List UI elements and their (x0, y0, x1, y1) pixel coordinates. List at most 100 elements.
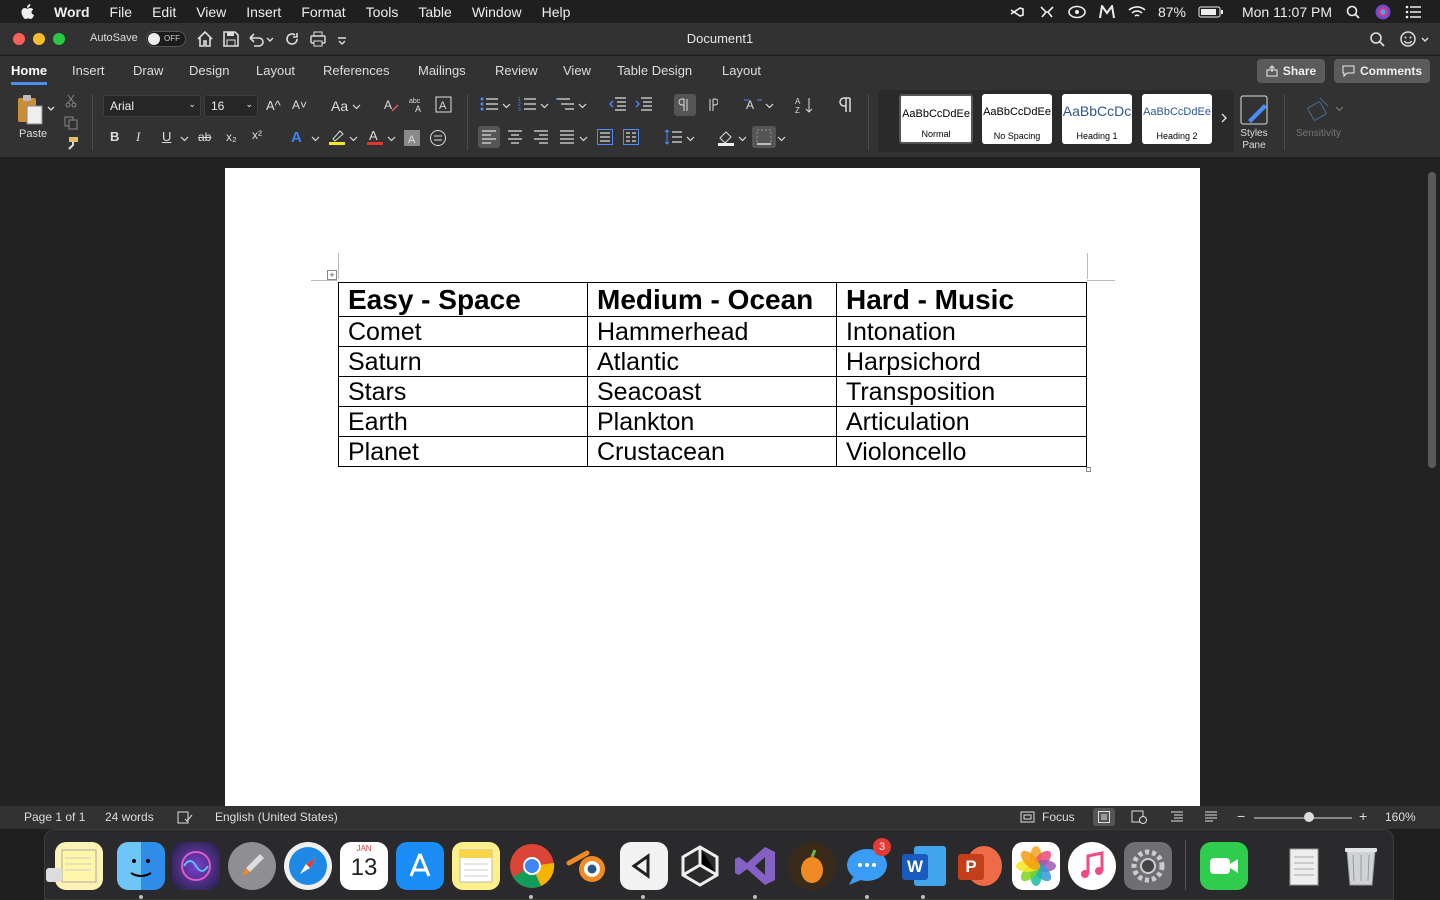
dock-unity-hub[interactable] (620, 842, 668, 890)
underline-button[interactable]: U (162, 129, 171, 144)
dock-siri[interactable] (172, 842, 220, 890)
chevron-down-icon[interactable] (502, 101, 511, 110)
dock-fl-studio[interactable] (788, 842, 836, 890)
justify-icon[interactable] (559, 130, 575, 144)
apple-icon[interactable] (20, 3, 34, 20)
table-header-cell[interactable]: Easy - Space (338, 282, 588, 317)
table-cell[interactable]: Comet (338, 316, 588, 347)
dock-finder[interactable] (117, 842, 165, 890)
paste-dropdown-icon[interactable] (46, 104, 56, 114)
zoom-slider[interactable] (1254, 817, 1352, 819)
draft-view-icon[interactable] (1204, 811, 1218, 823)
focus-icon[interactable] (1020, 811, 1035, 823)
table-cell[interactable]: Earth (338, 406, 588, 437)
spotlight-search-icon[interactable] (1344, 5, 1362, 19)
chevron-down-icon[interactable] (540, 101, 549, 110)
style-normal[interactable]: AaBbCcDdEe Normal (899, 94, 973, 144)
paste-icon[interactable] (16, 94, 44, 128)
grow-font-button[interactable]: A^ (266, 98, 281, 113)
table-cell[interactable]: Saturn (338, 346, 588, 377)
menu-format[interactable]: Format (301, 4, 345, 20)
chevron-down-icon[interactable] (579, 134, 588, 143)
align-center-icon[interactable] (507, 130, 523, 144)
table-cell[interactable]: Stars (338, 376, 588, 407)
chevron-down-icon[interactable] (311, 134, 320, 143)
print-layout-button[interactable] (1093, 808, 1115, 826)
dock-calendar[interactable]: JAN 13 (340, 842, 388, 890)
vertical-scrollbar[interactable] (1428, 172, 1436, 468)
table-cell[interactable]: Violoncello (836, 436, 1087, 467)
sort-icon[interactable]: AZ (795, 96, 815, 114)
dock-system-preferences[interactable] (1124, 842, 1172, 890)
clear-formatting-icon[interactable]: A (383, 97, 400, 113)
search-icon[interactable] (1368, 30, 1386, 48)
highlight-color-icon[interactable] (328, 128, 346, 146)
proofing-icon[interactable] (177, 811, 193, 824)
page-count[interactable]: Page 1 of 1 (24, 810, 85, 824)
enclose-characters-icon[interactable] (429, 129, 447, 147)
align-left-button[interactable] (478, 126, 500, 148)
shrink-font-button[interactable]: A˅ (292, 98, 307, 112)
menu-view[interactable]: View (196, 4, 226, 20)
table-cell[interactable]: Articulation (836, 406, 1087, 437)
multilevel-list-icon[interactable] (556, 96, 574, 112)
table-cell[interactable]: Intonation (836, 316, 1087, 347)
decrease-indent-icon[interactable] (609, 96, 626, 112)
line-spacing-icon[interactable] (664, 129, 682, 145)
chevron-down-icon[interactable] (578, 101, 587, 110)
style-heading-1[interactable]: AaBbCcDc Heading 1 (1062, 94, 1132, 144)
chevron-right-icon[interactable] (1220, 112, 1229, 124)
align-right-icon[interactable] (533, 130, 549, 144)
menu-insert[interactable]: Insert (246, 4, 281, 20)
shading-icon[interactable] (717, 129, 735, 147)
table-cell[interactable]: Planet (338, 436, 588, 467)
style-heading-2[interactable]: AaBbCcDdEe Heading 2 (1142, 94, 1212, 144)
web-layout-icon[interactable] (1131, 810, 1147, 824)
tab-home[interactable]: Home (11, 63, 48, 85)
hand-tool-icon[interactable] (1038, 5, 1056, 19)
focus-mode-button[interactable]: Focus (1042, 810, 1075, 824)
tab-design[interactable]: Design (189, 63, 229, 78)
character-shading-icon[interactable]: A (404, 130, 420, 146)
document-canvas[interactable]: + Easy - Space Medium - Ocean Hard - Mus… (0, 159, 1440, 808)
tab-layout[interactable]: Layout (256, 63, 295, 78)
table-header-cell[interactable]: Hard - Music (836, 282, 1087, 317)
right-to-left-icon[interactable] (704, 98, 718, 112)
app-menu-word[interactable]: Word (54, 4, 90, 20)
columns-icon[interactable] (623, 129, 639, 145)
document-page[interactable]: + Easy - Space Medium - Ocean Hard - Mus… (225, 168, 1200, 808)
dock-word[interactable]: W (900, 842, 948, 890)
notification-center-icon[interactable] (1404, 5, 1422, 19)
chevron-down-icon[interactable] (738, 134, 747, 143)
tab-insert[interactable]: Insert (72, 63, 105, 78)
chevron-down-icon[interactable] (686, 134, 695, 143)
wifi-icon[interactable] (1128, 5, 1146, 19)
vscode-status-icon[interactable] (1008, 5, 1026, 19)
malwarebytes-icon[interactable] (1098, 4, 1116, 19)
dock-unity[interactable] (676, 842, 724, 890)
language-indicator[interactable]: English (United States) (215, 810, 338, 824)
table-cell[interactable]: Seacoast (587, 376, 837, 407)
menu-tools[interactable]: Tools (366, 4, 399, 20)
menu-file[interactable]: File (110, 4, 133, 20)
table-cell[interactable]: Transposition (836, 376, 1087, 407)
outline-view-icon[interactable] (1170, 811, 1184, 823)
siri-icon[interactable] (1374, 4, 1392, 19)
show-formatting-marks-icon[interactable] (838, 96, 854, 113)
tab-table-design[interactable]: Table Design (617, 63, 692, 78)
zoom-level[interactable]: 160% (1385, 810, 1416, 824)
menu-table[interactable]: Table (418, 4, 451, 20)
chevron-down-icon[interactable] (180, 134, 189, 143)
format-painter-icon[interactable] (63, 136, 79, 150)
tab-draw[interactable]: Draw (133, 63, 163, 78)
table-cell[interactable]: Hammerhead (587, 316, 837, 347)
font-color-icon[interactable]: A (366, 128, 384, 146)
dock-music[interactable] (1068, 842, 1116, 890)
dock-safari[interactable] (284, 842, 332, 890)
table-cell[interactable]: Harpsichord (836, 346, 1087, 377)
dock-stickies[interactable] (55, 842, 103, 890)
styles-pane-icon[interactable] (1239, 94, 1271, 126)
share-button[interactable]: Share (1257, 59, 1325, 83)
change-case-button[interactable]: Aa (331, 98, 348, 114)
tab-mailings[interactable]: Mailings (418, 63, 466, 78)
